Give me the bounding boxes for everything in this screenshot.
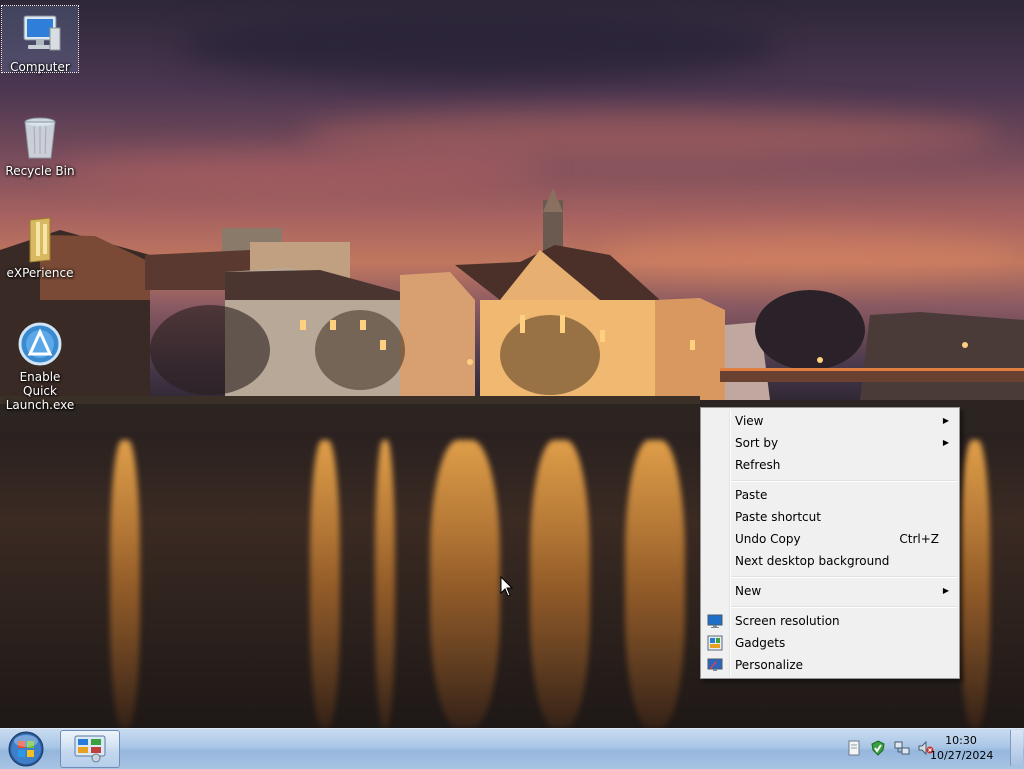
desktop-icon-computer[interactable]: Computer bbox=[1, 5, 79, 74]
desktop-icon-label: Launch.exe bbox=[5, 398, 75, 412]
menu-item-shortcut: Ctrl+Z bbox=[899, 532, 939, 546]
desktop-context-menu: View ▶ Sort by ▶ Refresh Paste Paste sho… bbox=[700, 407, 960, 679]
recycle-bin-icon bbox=[24, 117, 56, 159]
menu-item-paste-shortcut[interactable]: Paste shortcut bbox=[703, 506, 957, 528]
desktop-icon-label: eXPerience bbox=[6, 266, 74, 280]
desktop-icon-label: Enable Quick bbox=[19, 370, 61, 398]
menu-item-gadgets[interactable]: Gadgets bbox=[703, 632, 957, 654]
menu-item-label: Refresh bbox=[735, 458, 781, 472]
control-panel-icon bbox=[74, 735, 106, 763]
network-icon[interactable] bbox=[894, 740, 910, 756]
menu-separator bbox=[731, 576, 957, 578]
desktop-icon-recycle-bin[interactable]: Recycle Bin bbox=[2, 110, 78, 178]
action-center-icon[interactable] bbox=[846, 740, 862, 756]
menu-item-label: Personalize bbox=[735, 658, 804, 672]
menu-item-label: Next desktop background bbox=[735, 554, 890, 568]
gadgets-icon bbox=[707, 635, 723, 651]
menu-item-label: View bbox=[735, 414, 764, 428]
submenu-arrow-icon: ▶ bbox=[942, 416, 949, 425]
folder-icon bbox=[29, 217, 51, 263]
submenu-arrow-icon: ▶ bbox=[942, 438, 949, 447]
town-skyline bbox=[0, 188, 1024, 432]
menu-item-label: Undo Copy bbox=[735, 532, 801, 546]
show-desktop-button[interactable] bbox=[1010, 730, 1023, 766]
screen-resolution-icon bbox=[707, 614, 723, 628]
desktop-icon-enable-quick-launch[interactable]: Enable Quick Launch.exe bbox=[2, 316, 78, 412]
menu-item-screen-resolution[interactable]: Screen resolution bbox=[703, 610, 957, 632]
taskbar-clock[interactable]: 10:30 10/27/2024 bbox=[930, 733, 994, 763]
light-reflection bbox=[530, 440, 590, 728]
menu-item-label: Paste bbox=[735, 488, 768, 502]
desktop-icon-label: Computer bbox=[10, 60, 70, 74]
light-reflection bbox=[310, 440, 340, 728]
menu-item-label: New bbox=[735, 584, 762, 598]
menu-separator bbox=[731, 606, 957, 608]
menu-item-paste[interactable]: Paste bbox=[703, 484, 957, 506]
menu-item-refresh[interactable]: Refresh bbox=[703, 454, 957, 476]
start-orb-icon[interactable] bbox=[6, 731, 46, 767]
mouse-cursor-icon bbox=[500, 576, 514, 597]
light-reflection bbox=[430, 440, 500, 728]
light-reflection bbox=[110, 440, 140, 728]
clock-date: 10/27/2024 bbox=[930, 749, 994, 762]
menu-item-sort-by[interactable]: Sort by ▶ bbox=[703, 432, 957, 454]
menu-item-label: Screen resolution bbox=[735, 614, 840, 628]
submenu-arrow-icon: ▶ bbox=[942, 586, 949, 595]
menu-item-label: Paste shortcut bbox=[735, 510, 821, 524]
menu-item-label: Sort by bbox=[735, 436, 779, 450]
computer-icon bbox=[23, 15, 61, 51]
desktop-icon-label: Recycle Bin bbox=[5, 164, 75, 178]
app-icon bbox=[18, 322, 62, 366]
menu-item-personalize[interactable]: Personalize bbox=[703, 654, 957, 676]
menu-item-next-desktop-background[interactable]: Next desktop background bbox=[703, 550, 957, 572]
security-icon[interactable] bbox=[870, 740, 886, 756]
light-reflection bbox=[960, 440, 990, 728]
menu-item-new[interactable]: New ▶ bbox=[703, 580, 957, 602]
menu-item-label: Gadgets bbox=[735, 636, 786, 650]
clock-time: 10:30 bbox=[945, 734, 977, 747]
menu-item-view[interactable]: View ▶ bbox=[703, 410, 957, 432]
menu-separator bbox=[731, 480, 957, 482]
desktop-icon-experience[interactable]: eXPerience bbox=[2, 212, 78, 280]
light-reflection bbox=[625, 440, 685, 728]
taskbar-pinned-control-panel[interactable] bbox=[60, 730, 120, 768]
personalize-icon bbox=[707, 658, 723, 671]
menu-item-undo-copy[interactable]: Undo Copy Ctrl+Z bbox=[703, 528, 957, 550]
light-reflection bbox=[375, 440, 395, 728]
